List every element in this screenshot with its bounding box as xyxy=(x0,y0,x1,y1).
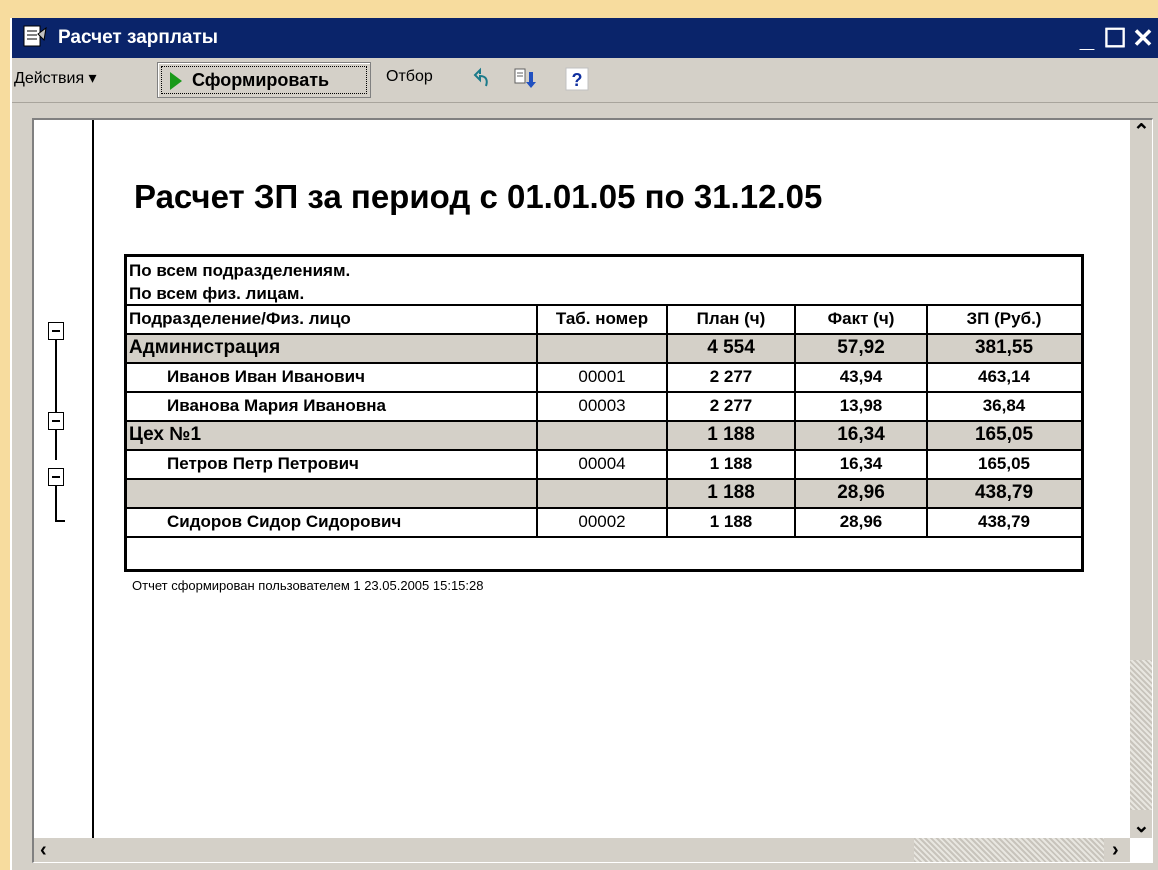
report-title: Расчет ЗП за период с 01.01.05 по 31.12.… xyxy=(134,178,823,215)
grid-line xyxy=(127,333,1081,335)
table-cell: 381,55 xyxy=(974,337,1034,358)
table-cell: 13,98 xyxy=(839,396,883,415)
table-cell: 1 188 xyxy=(707,482,755,503)
table-cell: 165,05 xyxy=(978,454,1030,473)
employee-name: Петров Петр Петрович xyxy=(167,454,359,473)
form-report-button[interactable]: Сформировать xyxy=(157,62,371,98)
table-cell: 16,34 xyxy=(837,424,885,445)
column-header: Факт (ч) xyxy=(827,309,895,328)
tree-line xyxy=(55,340,57,412)
report-table: По всем подразделениям. По всем физ. лиц… xyxy=(124,254,1084,572)
tree-line xyxy=(55,486,57,522)
title-bar[interactable]: Расчет зарплаты _ ☐ ✕ xyxy=(12,18,1158,58)
vertical-scrollbar[interactable]: ⌃ ⌄ xyxy=(1130,120,1152,838)
scroll-left-icon[interactable]: ‹ xyxy=(40,840,47,860)
horizontal-scrollbar[interactable]: ‹ › xyxy=(34,838,1130,862)
table-cell: 463,14 xyxy=(978,367,1030,386)
table-cell: 165,05 xyxy=(974,424,1034,445)
table-cell xyxy=(537,479,667,508)
close-button[interactable]: ✕ xyxy=(1128,22,1158,54)
grid-line xyxy=(127,478,1081,480)
table-cell: 2 277 xyxy=(709,396,753,415)
grid-line xyxy=(127,391,1081,393)
table-cell: 438,79 xyxy=(978,512,1030,531)
toolbar: Действия ▾ Сформировать Отбор ? xyxy=(12,58,1158,103)
tree-line xyxy=(55,430,57,460)
employee-name: Иванов Иван Иванович xyxy=(167,367,365,386)
table-cell: 57,92 xyxy=(837,337,885,358)
table-cell: 36,84 xyxy=(982,396,1026,415)
undo-icon[interactable] xyxy=(472,66,498,92)
table-cell: 2 277 xyxy=(709,367,753,386)
grid-line xyxy=(127,507,1081,509)
employee-name: Иванова Мария Ивановна xyxy=(167,396,386,415)
grid-line xyxy=(127,449,1081,451)
help-icon[interactable]: ? xyxy=(564,66,590,92)
table-cell: 4 554 xyxy=(707,337,755,358)
grid-line xyxy=(794,305,796,537)
grid-line xyxy=(926,305,928,537)
play-icon xyxy=(170,72,182,90)
table-cell: 00004 xyxy=(578,454,626,473)
actions-menu[interactable]: Действия ▾ xyxy=(14,68,97,88)
collapse-group-icon[interactable] xyxy=(48,468,64,486)
export-icon[interactable] xyxy=(512,66,538,92)
svg-text:?: ? xyxy=(572,70,583,90)
table-cell: 43,94 xyxy=(839,367,883,386)
group-name: Цех №1 xyxy=(129,424,202,445)
scroll-down-icon[interactable]: ⌄ xyxy=(1133,816,1150,836)
employee-name: Сидоров Сидор Сидорович xyxy=(167,512,402,531)
maximize-button[interactable]: ☐ xyxy=(1100,22,1130,54)
column-header: Таб. номер xyxy=(555,309,649,328)
column-header: ЗП (Руб.) xyxy=(966,309,1042,328)
tree-line xyxy=(55,520,65,522)
report-footer: Отчет сформирован пользователем 1 23.05.… xyxy=(132,578,484,593)
column-header: Подразделение/Физ. лицо xyxy=(129,309,351,328)
grouping-gutter-line xyxy=(92,120,94,838)
vertical-scroll-thumb[interactable] xyxy=(1130,660,1152,810)
table-cell: 00003 xyxy=(578,396,626,415)
collapse-group-icon[interactable] xyxy=(48,322,64,340)
report-area: Расчет ЗП за период с 01.01.05 по 31.12.… xyxy=(32,118,1153,863)
table-cell: 1 188 xyxy=(707,424,755,445)
table-cell: 1 188 xyxy=(709,454,753,473)
grid-line xyxy=(127,304,1081,306)
minimize-button[interactable]: _ xyxy=(1072,22,1102,54)
table-cell: 1 188 xyxy=(709,512,753,531)
window-title: Расчет зарплаты xyxy=(58,27,219,48)
column-header: План (ч) xyxy=(696,309,766,328)
group-name: Администрация xyxy=(129,337,281,358)
table-cell: 00001 xyxy=(578,367,626,386)
grid-line xyxy=(536,305,538,537)
form-report-label: Сформировать xyxy=(192,70,330,90)
grid-line xyxy=(127,420,1081,422)
scroll-right-icon[interactable]: › xyxy=(1112,840,1119,860)
scroll-up-icon[interactable]: ⌃ xyxy=(1133,122,1150,142)
table-cell xyxy=(537,334,667,363)
filter-button[interactable]: Отбор xyxy=(386,68,433,86)
horizontal-scroll-thumb[interactable] xyxy=(914,838,1104,862)
table-cell: 28,96 xyxy=(839,512,883,531)
grid-line xyxy=(666,305,668,537)
grid-line xyxy=(127,362,1081,364)
table-cell: 438,79 xyxy=(974,482,1034,503)
report-document-icon xyxy=(23,25,47,47)
group-name xyxy=(127,479,537,508)
collapse-group-icon[interactable] xyxy=(48,412,64,430)
table-cell: 16,34 xyxy=(839,454,883,473)
table-cell: 00002 xyxy=(578,512,626,531)
report-window: Расчет зарплаты _ ☐ ✕ Действия ▾ Сформир… xyxy=(10,18,1158,870)
table-cell xyxy=(537,421,667,450)
table-cell: 28,96 xyxy=(837,482,885,503)
grid-line xyxy=(127,536,1081,538)
filter-line: По всем физ. лицам. xyxy=(129,284,305,303)
